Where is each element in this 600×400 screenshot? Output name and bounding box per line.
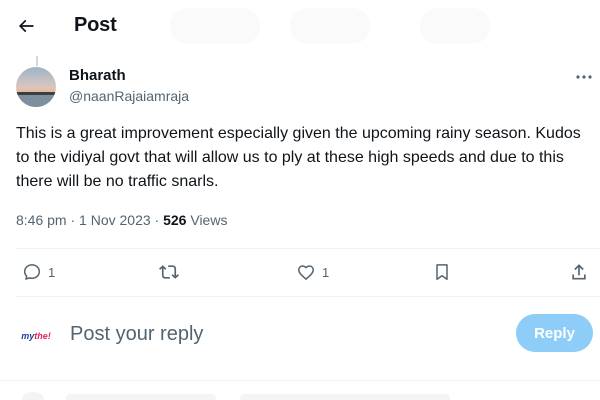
views-count: 526 — [163, 212, 187, 228]
next-reply-avatar — [22, 392, 44, 400]
reply-count: 1 — [48, 264, 56, 280]
bookmark-icon — [436, 264, 448, 280]
next-reply-line — [66, 394, 216, 400]
meta-separator: · — [154, 212, 164, 228]
divider — [16, 248, 600, 249]
meta-separator: · — [70, 212, 80, 228]
reply-icon — [23, 264, 41, 280]
share-action[interactable] — [569, 260, 589, 284]
back-button[interactable] — [10, 10, 42, 42]
next-reply-line — [240, 394, 450, 400]
tweet-meta: 8:46 pm · 1 Nov 2023 · 526 Views — [16, 212, 227, 228]
like-icon — [298, 265, 314, 280]
header-ghost — [290, 8, 370, 44]
divider — [0, 380, 600, 381]
back-arrow-icon — [18, 19, 34, 33]
retweet-icon — [159, 265, 179, 279]
more-icon — [576, 75, 592, 79]
reply-button[interactable]: Reply — [516, 314, 593, 352]
views-label: Views — [190, 212, 228, 228]
thread-connector — [36, 56, 38, 66]
tweet-time[interactable]: 8:46 pm — [16, 212, 67, 228]
tweet-date[interactable]: 1 Nov 2023 — [79, 212, 151, 228]
author-name[interactable]: Bharath — [69, 67, 126, 84]
divider — [16, 296, 600, 297]
more-button[interactable] — [572, 68, 596, 86]
header-ghost — [420, 8, 490, 44]
share-icon — [572, 264, 586, 280]
like-action[interactable]: 1 — [296, 260, 329, 284]
header-ghost — [170, 8, 260, 44]
reply-action[interactable]: 1 — [22, 260, 55, 284]
retweet-action[interactable] — [159, 260, 179, 284]
user-avatar-logo: mythe! — [21, 331, 51, 341]
next-reply-preview — [0, 382, 600, 400]
author-handle[interactable]: @naanRajaiamraja — [69, 88, 189, 104]
top-bar: Post — [0, 0, 600, 53]
user-avatar[interactable]: mythe! — [16, 316, 56, 356]
bookmark-action[interactable] — [432, 260, 452, 284]
avatar-image — [16, 67, 56, 107]
like-count: 1 — [322, 264, 330, 280]
page-title: Post — [74, 14, 117, 36]
author-avatar[interactable] — [16, 67, 56, 107]
tweet-text: This is a great improvement especially g… — [16, 125, 581, 190]
reply-input[interactable] — [66, 318, 494, 350]
